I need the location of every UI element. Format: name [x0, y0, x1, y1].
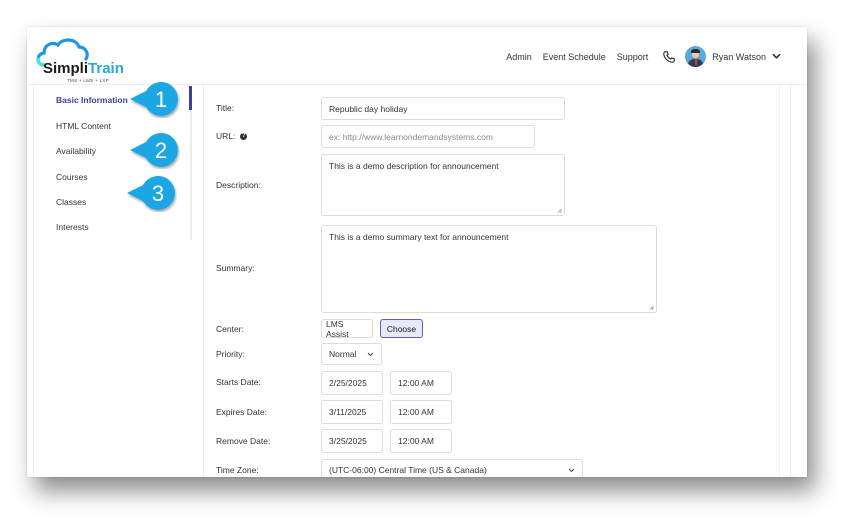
header: SimpliTrain TMS + LMS + LXP Admin Event … — [27, 27, 807, 85]
callout-3: 3 — [127, 176, 175, 210]
user-avatar[interactable] — [685, 46, 707, 67]
top-navigation: Admin Event Schedule Support Ryan Watson — [495, 46, 781, 67]
description-text: This is a demo description for announcem… — [329, 161, 499, 171]
remove-time-input[interactable]: 12:00 AM — [390, 429, 452, 453]
remove-date-input[interactable]: 3/25/2025 — [321, 429, 383, 453]
chevron-down-icon[interactable] — [772, 52, 781, 61]
timezone-select[interactable]: (UTC-06:00) Central Time (US & Canada) — [321, 459, 583, 477]
priority-label: Priority: — [216, 349, 245, 359]
callout-2: 2 — [130, 133, 178, 167]
brand-tagline: TMS + LMS + LXP — [67, 78, 110, 83]
chevron-down-icon — [367, 352, 374, 357]
callout-1-number: 1 — [155, 87, 167, 112]
starts-time-input[interactable]: 12:00 AM — [390, 371, 452, 395]
divider — [779, 85, 780, 477]
sidebar-item-availability[interactable]: Availability — [56, 146, 96, 156]
user-name[interactable]: Ryan Watson — [712, 52, 766, 62]
center-label: Center: — [216, 324, 244, 334]
chevron-down-icon — [568, 468, 575, 473]
sidebar-active-indicator — [189, 86, 192, 110]
remove-date-label: Remove Date: — [216, 436, 271, 446]
sidebar-item-courses[interactable]: Courses — [56, 172, 88, 182]
url-placeholder: ex: http://www.learnondemandsystems.com — [329, 131, 493, 142]
timezone-value: (UTC-06:00) Central Time (US & Canada) — [329, 465, 487, 475]
callout-2-number: 2 — [155, 138, 167, 163]
sidebar-item-interests[interactable]: Interests — [56, 222, 89, 232]
nav-event-schedule[interactable]: Event Schedule — [543, 52, 606, 62]
logo[interactable]: SimpliTrain TMS + LMS + LXP — [34, 37, 129, 83]
divider — [203, 85, 204, 477]
sidebar-item-html-content[interactable]: HTML Content — [56, 121, 111, 131]
callout-3-number: 3 — [152, 181, 164, 206]
starts-date-label: Starts Date: — [216, 377, 261, 387]
help-icon[interactable]: ? — [240, 133, 248, 141]
url-label: URL:? — [216, 131, 248, 141]
priority-select[interactable]: Normal — [321, 343, 382, 365]
expires-time-input[interactable]: 12:00 AM — [390, 400, 452, 424]
expires-date-label: Expires Date: — [216, 407, 268, 417]
description-textarea[interactable]: This is a demo description for announcem… — [321, 154, 565, 216]
divider — [790, 85, 791, 477]
timezone-label: Time Zone: — [216, 465, 259, 475]
center-input[interactable]: LMS Assist — [321, 319, 373, 339]
callout-1: 1 — [130, 82, 178, 116]
sidebar-item-basic-information[interactable]: Basic Information — [56, 95, 128, 105]
expires-date-input[interactable]: 3/11/2025 — [321, 400, 383, 424]
summary-label: Summary: — [216, 263, 255, 273]
title-label: Title: — [216, 103, 235, 113]
resize-handle-icon[interactable] — [557, 208, 562, 213]
choose-button[interactable]: Choose — [380, 319, 423, 338]
resize-handle-icon[interactable] — [649, 305, 654, 310]
summary-textarea[interactable]: This is a demo summary text for announce… — [321, 225, 657, 313]
priority-value: Normal — [329, 349, 357, 359]
description-label: Description: — [216, 180, 261, 190]
nav-support[interactable]: Support — [617, 52, 649, 62]
summary-text: This is a demo summary text for announce… — [329, 232, 509, 242]
title-input[interactable]: Republic day holiday — [321, 97, 565, 120]
phone-icon[interactable] — [662, 50, 676, 64]
starts-date-input[interactable]: 2/25/2025 — [321, 371, 383, 395]
url-input[interactable]: ex: http://www.learnondemandsystems.com — [321, 125, 535, 148]
sidebar-item-classes[interactable]: Classes — [56, 197, 86, 207]
nav-admin[interactable]: Admin — [506, 52, 532, 62]
brand-name: SimpliTrain — [43, 60, 124, 77]
